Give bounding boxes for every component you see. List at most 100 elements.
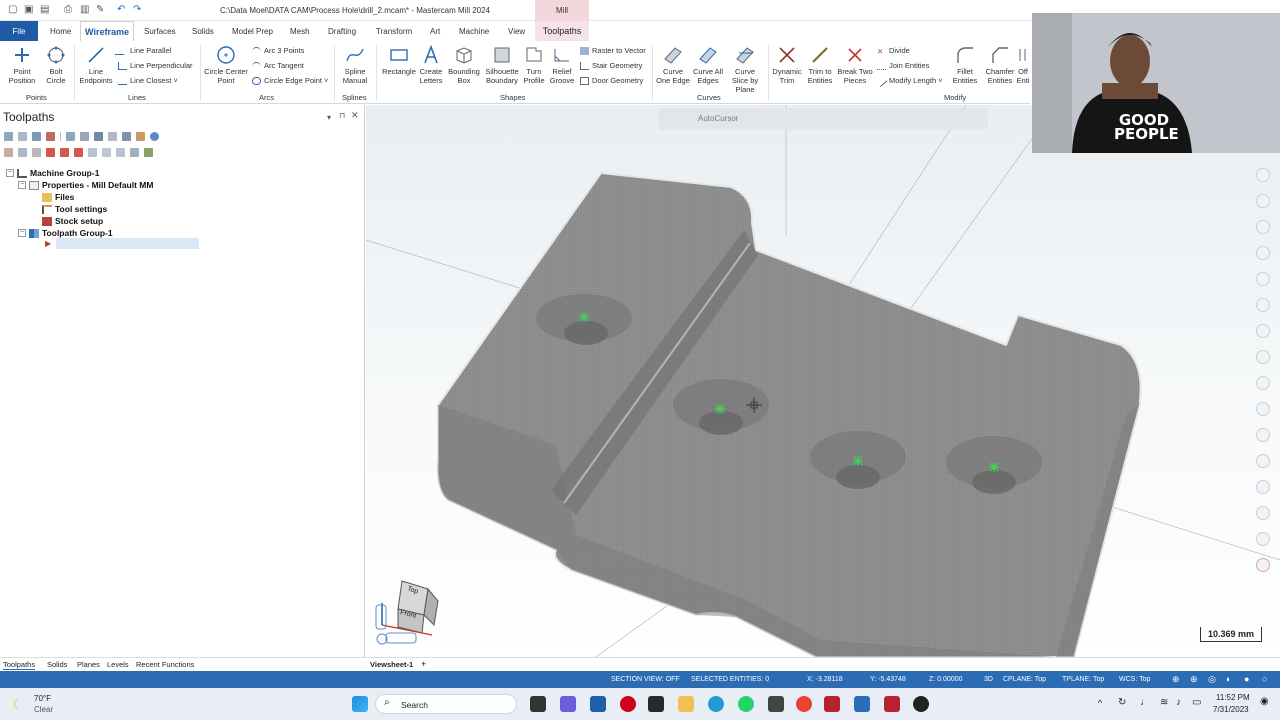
bounding-box-button[interactable]: Bounding Box [446, 45, 482, 85]
redo-icon[interactable]: ↷ [133, 4, 141, 15]
toolpath-options-icon[interactable] [144, 147, 153, 157]
microphone-icon[interactable]: ♩ [1140, 697, 1150, 708]
windows-start-icon[interactable] [352, 696, 368, 712]
view-globe-icon[interactable]: ⊕ [1190, 674, 1198, 685]
section-icon[interactable] [1256, 376, 1270, 390]
tab-toolpaths[interactable]: Toolpaths [535, 21, 589, 41]
insert-arrow-icon[interactable] [74, 147, 83, 157]
chrome-icon[interactable] [796, 696, 812, 712]
graphics-viewport[interactable]: AutoCursor Top Front 10.369 mm [366, 105, 1280, 657]
no-entry-icon[interactable] [1256, 558, 1270, 572]
globe-icon[interactable]: ⊕ [1172, 674, 1180, 685]
tray-chevron-icon[interactable]: ^ [1098, 698, 1102, 708]
stair-geometry-button[interactable]: Stair Geometry [580, 61, 642, 71]
edge-icon[interactable] [708, 696, 724, 712]
tab-model-prep[interactable]: Model Prep [232, 27, 273, 36]
hidden-line-icon[interactable]: ○ [1262, 674, 1267, 684]
tab-machine[interactable]: Machine [459, 27, 489, 36]
curve-slice-by-plane-button[interactable]: Curve Slice by Plane [726, 45, 764, 94]
shading-icon[interactable]: ◎ [1208, 674, 1216, 685]
create-letters-button[interactable]: Create Letters [418, 45, 444, 85]
regenerate-icon[interactable] [32, 131, 41, 141]
toggle-posting-icon[interactable] [32, 147, 41, 157]
move-up-icon[interactable] [60, 147, 69, 157]
tab-planes-manager[interactable]: Planes [77, 660, 100, 669]
curve-one-edge-button[interactable]: Curve One Edge [655, 45, 691, 85]
lock-icon[interactable] [4, 147, 13, 157]
tree-tool-settings[interactable]: Tool settings [42, 204, 107, 214]
clear-colors-icon[interactable] [1256, 402, 1270, 416]
tplane-status[interactable]: TPLANE: Top [1062, 676, 1104, 683]
door-geometry-button[interactable]: Door Geometry [580, 76, 643, 86]
tab-viewsheet-1[interactable]: Viewsheet-1 [370, 660, 413, 669]
spline-manual-button[interactable]: Spline Manual [338, 45, 372, 85]
break-two-pieces-button[interactable]: Break Two Pieces [836, 45, 874, 85]
wcs-status[interactable]: WCS: Top [1119, 676, 1150, 683]
store-icon[interactable] [648, 696, 664, 712]
file-explorer-icon[interactable] [678, 696, 694, 712]
sphere-icon[interactable]: ● [1244, 674, 1249, 684]
tab-home[interactable]: Home [50, 27, 71, 36]
new-file-icon[interactable]: ▢ [8, 4, 17, 15]
pin-icon[interactable]: ⊓ [339, 111, 345, 120]
shaded-icon[interactable] [1256, 324, 1270, 338]
offset-entities-button[interactable]: Off Enti [1016, 45, 1030, 85]
measure-icon[interactable] [1256, 454, 1270, 468]
display-mode-icon[interactable]: ◐ [1226, 674, 1231, 684]
toolpath-filter-icon[interactable] [130, 147, 139, 157]
battery-icon[interactable]: ▭ [1192, 697, 1201, 708]
tab-solids[interactable]: Solids [192, 27, 214, 36]
tree-files[interactable]: Files [42, 192, 74, 202]
rotate-icon[interactable] [1256, 220, 1270, 234]
undo-icon[interactable]: ↶ [117, 4, 125, 15]
collapse-icon[interactable]: − [6, 169, 14, 177]
tab-levels-manager[interactable]: Levels [107, 660, 129, 669]
add-viewsheet-icon[interactable]: + [421, 659, 426, 669]
snap-icon[interactable] [1256, 506, 1270, 520]
single-display-icon[interactable] [102, 147, 111, 157]
tab-art[interactable]: Art [430, 27, 440, 36]
curve-all-edges-button[interactable]: Curve All Edges [692, 45, 724, 85]
autocursor-toolbar[interactable]: AutoCursor [658, 108, 988, 130]
regenerate-dirty-icon[interactable] [46, 131, 55, 141]
panel-dropdown-icon[interactable]: ▾ [327, 113, 331, 122]
join-entities-button[interactable]: Join Entities [877, 61, 929, 71]
tab-surfaces[interactable]: Surfaces [144, 27, 176, 36]
help-icon[interactable] [150, 131, 159, 141]
collapse-icon[interactable]: − [18, 229, 26, 237]
mastercam-2023-icon[interactable] [824, 696, 840, 712]
open-icon[interactable]: ▤ [40, 4, 49, 15]
pan-icon[interactable] [1256, 194, 1270, 208]
tab-toolpaths-manager[interactable]: Toolpaths [3, 660, 36, 670]
toggle-display-icon[interactable] [18, 147, 27, 157]
relief-groove-button[interactable]: Relief Groove [548, 45, 576, 85]
fit-icon[interactable] [1256, 272, 1270, 286]
image-app-icon[interactable] [854, 696, 870, 712]
hide-icon[interactable] [1256, 428, 1270, 442]
silhouette-boundary-button[interactable]: Silhouette Boundary [484, 45, 520, 85]
analyze-icon[interactable] [1256, 480, 1270, 494]
view-cube[interactable]: Top Front [374, 575, 444, 645]
tree-toolpath-group[interactable]: − Toolpath Group-1 [18, 228, 113, 238]
app-icon-2[interactable] [768, 696, 784, 712]
tray-refresh-icon[interactable]: ↻ [1118, 697, 1126, 708]
simulate-icon[interactable] [94, 131, 103, 141]
circle-center-point-button[interactable]: Circle Center Point [204, 45, 248, 85]
delete-operations-icon[interactable] [136, 131, 145, 141]
trim-to-entities-button[interactable]: Trim to Entities [804, 45, 836, 85]
dynamic-trim-button[interactable]: Dynamic Trim [770, 45, 804, 85]
display-toolpath-icon[interactable] [116, 147, 125, 157]
tree-stock-setup[interactable]: Stock setup [42, 216, 103, 226]
scroll-to-insert-icon[interactable] [88, 147, 97, 157]
print-preview-icon[interactable]: ▥ [80, 4, 89, 15]
verify-icon[interactable] [80, 131, 89, 141]
backplot-icon[interactable] [66, 131, 75, 141]
select-dirty-icon[interactable] [18, 131, 27, 141]
tree-properties[interactable]: − Properties - Mill Default MM [18, 180, 153, 190]
zoom-icon[interactable] [1256, 168, 1270, 182]
app-icon[interactable] [590, 696, 606, 712]
cplane-status[interactable]: CPLANE: Top [1003, 676, 1046, 683]
task-view-icon[interactable] [530, 696, 546, 712]
chat-icon[interactable] [560, 696, 576, 712]
bolt-circle-button[interactable]: Bolt Circle [42, 45, 70, 85]
